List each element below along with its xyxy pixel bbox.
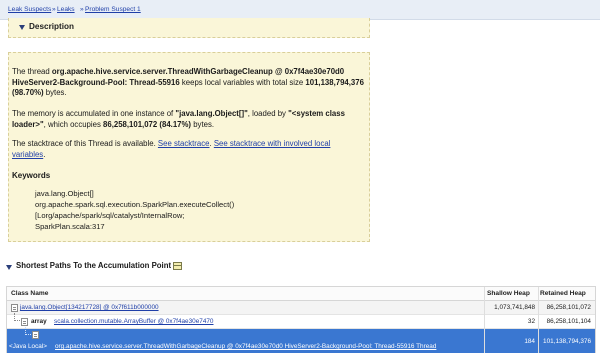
text: bytes. <box>191 119 215 129</box>
tree-connector <box>25 327 31 335</box>
text: The stacktrace of this Thread is availab… <box>12 139 158 148</box>
breadcrumb-problem-suspect-1[interactable]: Problem Suspect 1 <box>85 6 141 13</box>
object-array-icon <box>21 318 28 326</box>
retained-heap-value: 86,258,101,072 <box>546 304 591 311</box>
keywords-title: Keywords <box>12 171 51 180</box>
object-link[interactable]: org.apache.hive.service.server.ThreadWit… <box>55 343 436 350</box>
retained-heap-value: 86,258,101,104 <box>546 318 591 325</box>
column-divider <box>484 287 485 353</box>
column-header-class-name[interactable]: Class Name <box>11 290 48 297</box>
shallow-heap-value: 32 <box>527 318 535 325</box>
object-type: "java.lang.Object[]" <box>175 109 248 118</box>
text: The thread <box>12 67 52 76</box>
text: keeps local variables with total size <box>179 77 306 87</box>
text: , which occupies <box>43 119 104 129</box>
see-stacktrace-link[interactable]: See stacktrace <box>158 139 210 148</box>
occupied-size: 86,258,101,072 (84.17%) <box>103 119 192 129</box>
shallow-heap-value: 184 <box>524 338 535 345</box>
keyword-item: SparkPlan.scala:317 <box>35 222 105 231</box>
breadcrumb: Leak Suspects » Leaks » Problem Suspect … <box>0 0 600 20</box>
description-paragraph-stacktrace: The stacktrace of this Thread is availab… <box>12 139 364 160</box>
text: . <box>43 149 46 159</box>
breadcrumb-separator: » <box>52 6 56 13</box>
breadcrumb-leak-suspects[interactable]: Leak Suspects <box>8 6 51 13</box>
text: bytes. <box>43 88 67 97</box>
shortest-paths-table: Class Name Shallow Heap Retained Heap ja… <box>6 286 596 353</box>
keyword-item: [Lorg/apache/spark/sql/catalyst/Internal… <box>35 211 185 220</box>
description-title: Description <box>29 22 75 31</box>
table-row-selected[interactable]: <Java Local> org.apache.hive.service.ser… <box>7 327 595 353</box>
column-header-shallow-heap[interactable]: Shallow Heap <box>487 290 530 297</box>
tree-connector <box>14 313 20 321</box>
table-icon[interactable] <box>173 262 182 270</box>
text: The memory is accumulated in one instanc… <box>12 109 176 118</box>
column-header-retained-heap[interactable]: Retained Heap <box>540 290 586 297</box>
breadcrumb-leaks[interactable]: Leaks <box>57 6 75 13</box>
breadcrumb-separator: » <box>80 6 84 13</box>
reference-field-name: array <box>31 318 47 325</box>
column-divider <box>538 287 539 353</box>
table-header-row: Class Name Shallow Heap Retained Heap <box>7 287 595 301</box>
text: , loaded by <box>247 109 289 118</box>
table-row[interactable]: java.lang.Object[134217728] @ 0x7f611b00… <box>7 301 595 315</box>
description-paragraph-thread: The thread org.apache.hive.service.serve… <box>12 67 364 99</box>
description-paragraph-memory: The memory is accumulated in one instanc… <box>12 109 364 130</box>
description-panel: The thread org.apache.hive.service.serve… <box>8 52 370 242</box>
collapse-triangle-icon[interactable] <box>19 25 25 30</box>
description-header[interactable]: Description <box>8 18 370 38</box>
keyword-item: org.apache.spark.sql.execution.SparkPlan… <box>35 200 235 209</box>
thread-object-icon <box>32 331 39 339</box>
table-row[interactable]: array scala.collection.mutable.ArrayBuff… <box>7 313 595 329</box>
collapse-triangle-icon[interactable] <box>6 265 12 270</box>
object-link[interactable]: scala.collection.mutable.ArrayBuffer @ 0… <box>54 318 214 325</box>
shallow-heap-value: 1,073,741,848 <box>494 304 535 311</box>
object-array-icon <box>11 304 18 312</box>
keyword-item: java.lang.Object[] <box>35 189 94 198</box>
shortest-paths-title: Shortest Paths To the Accumulation Point <box>16 261 172 270</box>
retained-heap-value: 101,138,794,376 <box>543 338 591 345</box>
reference-field-name: <Java Local> <box>9 343 48 350</box>
object-link[interactable]: java.lang.Object[134217728] @ 0x7f611b00… <box>20 304 159 311</box>
